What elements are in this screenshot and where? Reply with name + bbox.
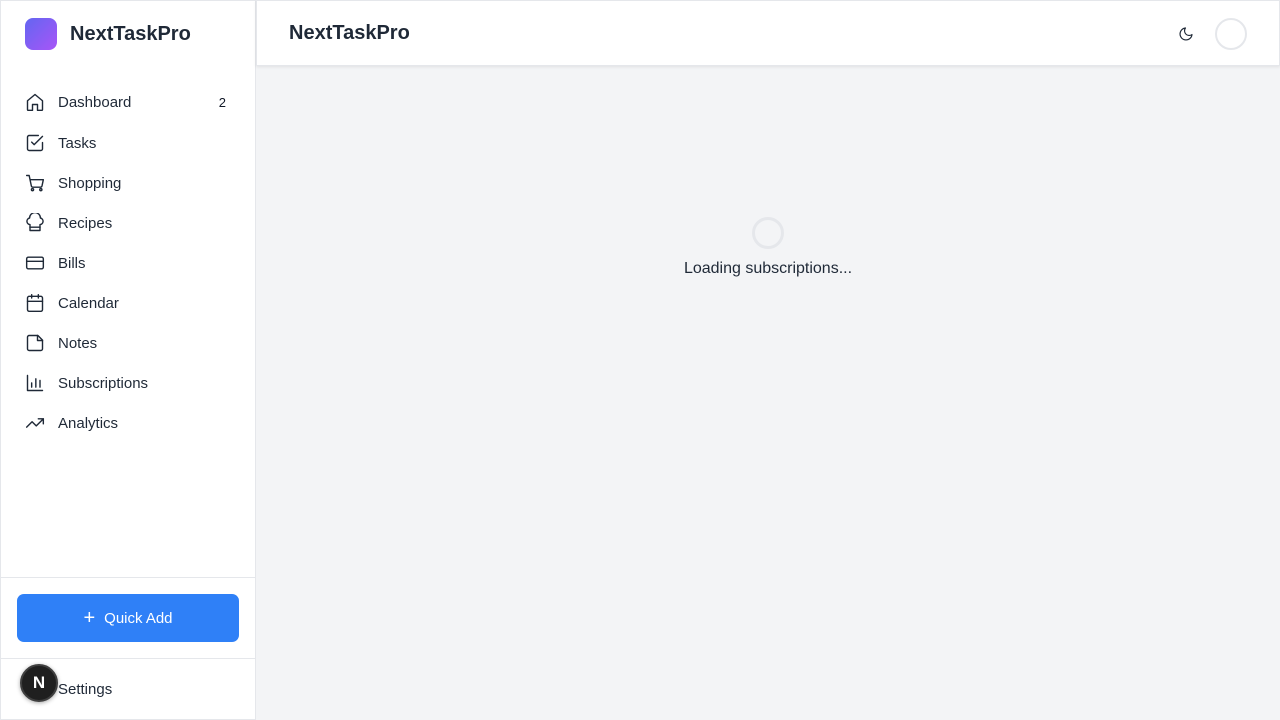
sidebar-nav: Dashboard 2 Tasks Shopping Recipes Bills… [17, 81, 241, 443]
shopping-cart-icon [25, 173, 45, 193]
brand-name: NextTaskPro [70, 22, 191, 45]
credit-card-icon [25, 253, 45, 273]
sidebar-item-notes[interactable]: Notes [17, 323, 241, 363]
dev-tools-letter: N [32, 673, 46, 692]
sidebar-item-dashboard[interactable]: Dashboard 2 [17, 81, 241, 123]
sidebar-item-shopping[interactable]: Shopping [17, 163, 241, 203]
trending-up-icon [25, 413, 45, 433]
sidebar-item-tasks[interactable]: Tasks [17, 123, 241, 163]
loading-message: Loading subscriptions... [683, 260, 853, 277]
quick-add-button[interactable]: + Quick Add [17, 594, 239, 642]
avatar[interactable] [1215, 18, 1247, 50]
sidebar-item-calendar[interactable]: Calendar [17, 283, 241, 323]
plus-icon: + [83, 607, 96, 629]
quick-add-label: Quick Add [104, 609, 173, 627]
sidebar-item-recipes[interactable]: Recipes [17, 203, 241, 243]
sidebar-item-label: Analytics [58, 414, 119, 432]
theme-toggle-button[interactable] [1175, 23, 1197, 45]
settings-label: Settings [58, 681, 113, 698]
brand[interactable]: NextTaskPro [25, 17, 191, 51]
sidebar-item-settings[interactable]: Settings N [1, 658, 255, 720]
sidebar-item-analytics[interactable]: Analytics [17, 403, 241, 443]
sidebar-footer: + Quick Add Settings N [1, 577, 255, 719]
moon-icon [1179, 27, 1193, 41]
app-root: NextTaskPro Dashboard 2 Tasks Shopping R… [0, 0, 1280, 720]
page-title: NextTaskPro [289, 22, 410, 44]
sidebar-item-label: Recipes [58, 214, 113, 232]
sidebar-item-label: Notes [58, 334, 98, 352]
bar-chart-icon [25, 373, 45, 393]
app-logo [25, 18, 57, 50]
sidebar-item-bills[interactable]: Bills [17, 243, 241, 283]
calendar-icon [25, 293, 45, 313]
sidebar-item-label: Dashboard [58, 93, 132, 111]
sidebar-item-label: Tasks [58, 134, 97, 152]
sidebar: NextTaskPro Dashboard 2 Tasks Shopping R… [0, 0, 256, 720]
sidebar-item-label: Shopping [58, 174, 122, 192]
loading-spinner [752, 217, 784, 249]
home-icon [25, 92, 45, 112]
top-header: NextTaskPro [256, 0, 1280, 66]
sidebar-item-label: Bills [58, 254, 86, 272]
sidebar-item-label: Subscriptions [58, 374, 149, 392]
chef-hat-icon [25, 213, 45, 233]
dev-tools-badge[interactable]: N [20, 664, 58, 702]
sticky-note-icon [25, 333, 45, 353]
dashboard-count-badge: 2 [218, 94, 226, 110]
sidebar-item-subscriptions[interactable]: Subscriptions [17, 363, 241, 403]
sidebar-item-label: Calendar [58, 294, 119, 312]
check-square-icon [25, 133, 45, 153]
